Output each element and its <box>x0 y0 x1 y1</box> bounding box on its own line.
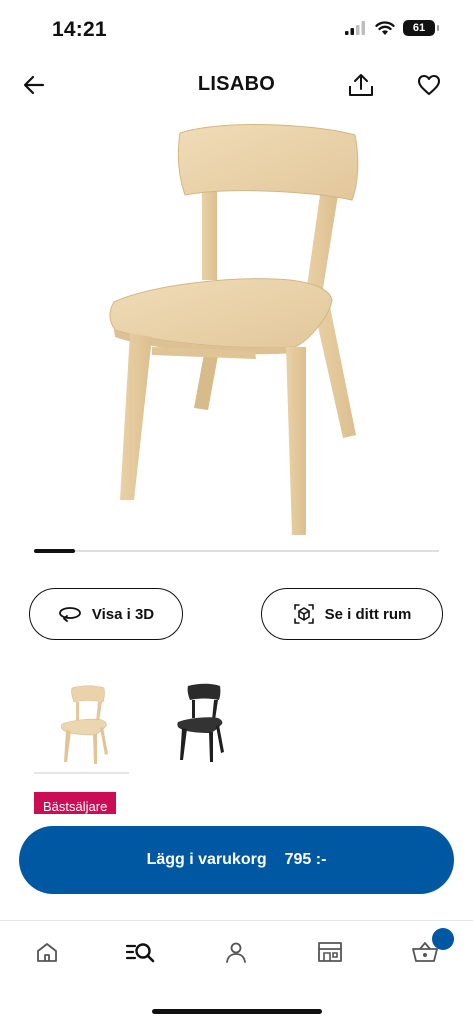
add-to-cart-label: Lägg i varukorg <box>146 851 267 868</box>
home-indicator <box>152 1009 322 1014</box>
chair-illustration <box>109 124 359 535</box>
signal-icon <box>345 21 365 35</box>
search-icon <box>125 943 155 963</box>
image-progress-bar <box>34 549 439 553</box>
view-3d-label: Visa i 3D <box>91 605 155 623</box>
add-to-cart-button[interactable]: Lägg i varukorg 795 :- <box>19 826 454 894</box>
ar-icon <box>293 604 314 624</box>
status-bar: 14:21 61 <box>0 0 473 60</box>
status-icons: 61 <box>345 20 439 36</box>
view-in-room-button[interactable]: Se i ditt rum <box>261 588 443 640</box>
store-icon <box>318 942 342 962</box>
heart-icon <box>417 74 441 96</box>
view-3d-button[interactable]: Visa i 3D <box>29 588 183 640</box>
cart-notification-badge <box>432 928 454 950</box>
favorite-button[interactable] <box>414 70 444 100</box>
bestseller-badge: Bästsäljare <box>34 792 117 814</box>
profile-icon <box>226 942 246 963</box>
tab-home[interactable] <box>27 935 67 969</box>
variant-black[interactable] <box>150 672 245 772</box>
rotate-3d-icon <box>58 607 81 622</box>
status-time: 14:21 <box>52 18 107 41</box>
chair-thumbnail-black <box>177 683 224 762</box>
battery-icon: 61 <box>403 20 439 36</box>
image-progress-indicator <box>34 549 75 553</box>
tab-store[interactable] <box>310 935 350 969</box>
product-header: LISABO <box>0 60 473 110</box>
tab-profile[interactable] <box>216 935 256 969</box>
price: 795 :- <box>284 851 327 868</box>
view-in-room-label: Se i ditt rum <box>324 605 412 623</box>
chair-thumbnail-ash <box>61 685 108 764</box>
variant-ash[interactable] <box>34 672 129 774</box>
page-title: LISABO <box>197 73 276 95</box>
tab-bar <box>0 920 473 1025</box>
share-icon <box>349 74 373 96</box>
share-button[interactable] <box>346 70 376 100</box>
wifi-icon <box>375 20 395 35</box>
tab-search[interactable] <box>120 935 160 969</box>
product-image[interactable] <box>60 115 410 540</box>
home-icon <box>37 943 57 962</box>
